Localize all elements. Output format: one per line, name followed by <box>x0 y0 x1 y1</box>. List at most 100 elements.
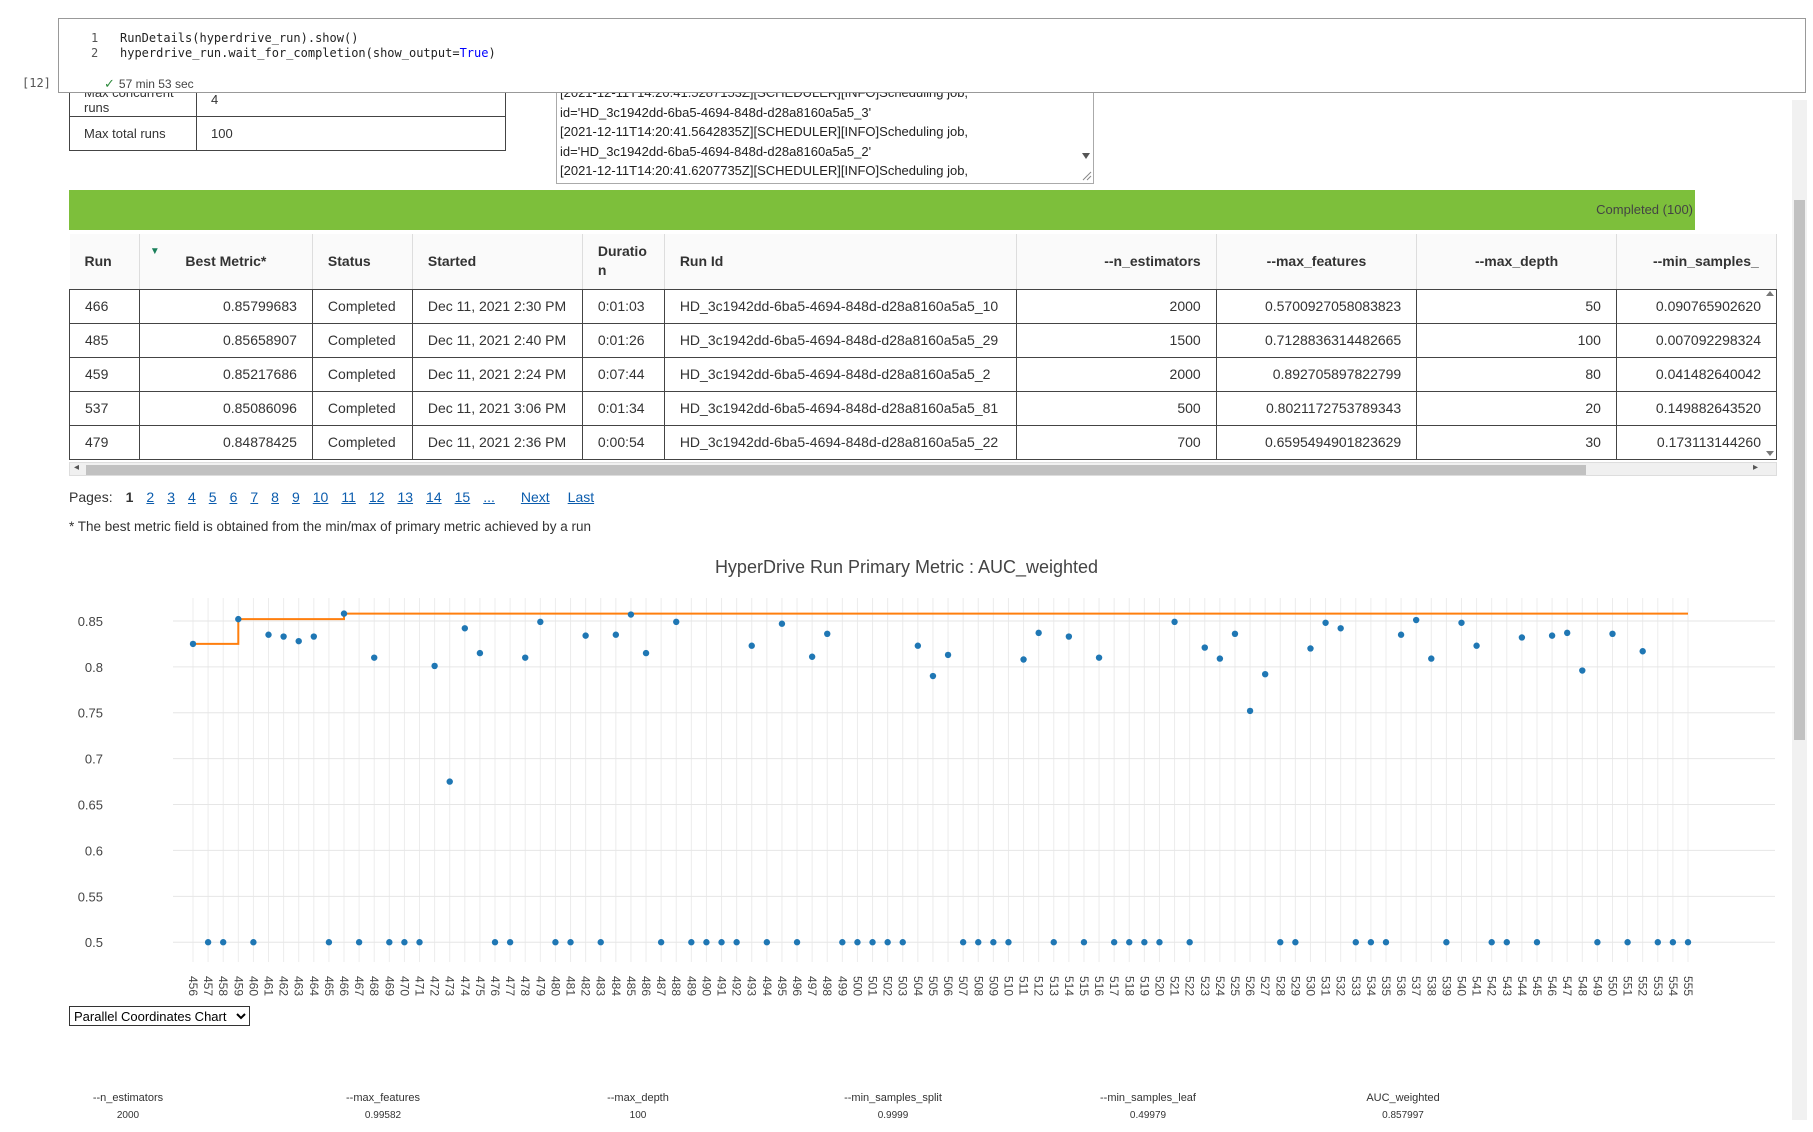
col-max-depth[interactable]: --max_depth <box>1416 234 1617 290</box>
data-point <box>1443 939 1450 946</box>
parallel-axis-label: --min_samples_split <box>844 1092 942 1104</box>
x-tick-label: 522 <box>1183 976 1197 996</box>
code-line-2[interactable]: hyperdrive_run.wait_for_completion(show_… <box>120 46 496 60</box>
pager-page-link[interactable]: 11 <box>341 489 356 505</box>
table-cell: HD_3c1942dd-6ba5-4694-848d-d28a8160a5a5_… <box>663 425 1017 460</box>
x-tick-label: 545 <box>1530 976 1544 996</box>
scroll-thumb[interactable] <box>1794 200 1805 740</box>
x-tick-label: 509 <box>986 976 1000 996</box>
pager-page-link[interactable]: 13 <box>397 489 413 505</box>
scroll-down-icon <box>1082 153 1090 159</box>
x-tick-label: 531 <box>1319 976 1333 996</box>
x-tick-label: 519 <box>1137 976 1151 996</box>
scroll-left-icon[interactable]: ◂ <box>74 462 79 473</box>
pager-page-link[interactable]: 15 <box>455 489 471 505</box>
execution-time: ✓ 57 min 53 sec <box>104 76 194 92</box>
data-point <box>506 939 514 946</box>
x-tick-label: 523 <box>1198 976 1212 996</box>
x-tick-label: 536 <box>1394 976 1408 996</box>
x-tick-label: 517 <box>1107 976 1121 996</box>
table-hscrollbar[interactable]: ◂ ▸ <box>69 462 1777 476</box>
col-status[interactable]: Status <box>312 234 413 290</box>
y-tick-label: 0.55 <box>78 889 103 904</box>
pager-page-link[interactable]: 8 <box>271 489 279 505</box>
pager-page-link[interactable]: 7 <box>250 489 258 505</box>
code-cell[interactable]: 1 RunDetails(hyperdrive_run).show() 2 hy… <box>58 18 1806 93</box>
check-icon: ✓ <box>104 76 115 91</box>
x-tick-label: 544 <box>1515 976 1529 996</box>
data-point <box>688 939 695 946</box>
pager-page-link[interactable]: 10 <box>313 489 329 505</box>
table-cell: Completed <box>311 391 413 426</box>
data-point <box>1533 939 1541 946</box>
col-n-estimators[interactable]: --n_estimators <box>1016 234 1217 290</box>
col-max-features[interactable]: --max_features <box>1216 234 1418 290</box>
table-row[interactable]: 479 0.84878425 Completed Dec 11, 2021 2:36 … <box>69 425 1777 460</box>
pager-page-link[interactable]: 2 <box>146 489 154 505</box>
scroll-thumb[interactable] <box>86 465 1586 475</box>
col-run[interactable]: Run <box>69 234 140 290</box>
pager-links: 2 3 4 5 6 7 8 9 10 11 12 13 14 15... <box>133 489 494 505</box>
pager-page-link[interactable]: 12 <box>369 489 385 505</box>
primary-metric-chart[interactable]: 0.5 0.55 0.6 0.65 0.7 0.75 0.8 0.85 456 457 458 459… <box>0 580 1813 1000</box>
x-tick-label: 518 <box>1122 976 1136 996</box>
log-output[interactable]: [2021-12-11T14:20:41.5287153Z][SCHEDULER… <box>556 88 1094 184</box>
pager-page-link[interactable]: 3 <box>167 489 175 505</box>
parallel-axis-label: --max_features <box>346 1092 420 1104</box>
table-cell: 466 <box>69 289 140 324</box>
pager-page-link[interactable]: 14 <box>426 489 442 505</box>
x-tick-label: 533 <box>1349 976 1363 996</box>
pager-page-link[interactable]: 9 <box>292 489 300 505</box>
pager-page-link[interactable]: 5 <box>209 489 217 505</box>
settings-row: Max total runs 100 <box>69 116 506 151</box>
resize-handle-icon <box>1082 171 1092 181</box>
table-cell: 537 <box>69 391 140 426</box>
col-best-metric[interactable]: ▼ Best Metric* <box>139 234 313 290</box>
table-cell: HD_3c1942dd-6ba5-4694-848d-d28a8160a5a5_… <box>663 289 1017 324</box>
table-cell: 0.892705897822799 <box>1215 357 1418 392</box>
code-line-1[interactable]: RunDetails(hyperdrive_run).show() <box>120 31 358 45</box>
y-tick-label: 0.8 <box>85 660 103 675</box>
pager-page-link[interactable]: 6 <box>230 489 238 505</box>
x-tick-label: 464 <box>307 976 321 996</box>
data-point <box>1156 939 1163 946</box>
pager-page-link[interactable]: 4 <box>188 489 196 505</box>
x-tick-label: 456 <box>186 976 200 996</box>
col-run-id[interactable]: Run Id <box>664 234 1017 290</box>
table-row[interactable]: 485 0.85658907 Completed Dec 11, 2021 2:40 … <box>69 323 1777 358</box>
scroll-right-icon[interactable]: ▸ <box>1753 462 1758 473</box>
table-cell: 0.090765902620 <box>1615 289 1777 324</box>
table-cell: 0:07:44 <box>581 357 665 392</box>
x-tick-label: 491 <box>715 976 729 996</box>
data-point <box>446 778 453 785</box>
table-cell: 0:01:26 <box>581 323 665 358</box>
table-vscrollbar[interactable] <box>1763 289 1777 460</box>
table-row[interactable]: 466 0.85799683 Completed Dec 11, 2021 2:30 … <box>69 289 1777 324</box>
runs-table-container[interactable]: Run ▼ Best Metric* Status Started Duratio… <box>69 234 1777 462</box>
pager-page-link[interactable]: ... <box>483 489 495 505</box>
data-point <box>522 654 529 661</box>
data-point <box>808 653 816 660</box>
log-scrollbar[interactable] <box>1079 89 1093 183</box>
pager-next[interactable]: Next <box>521 489 550 505</box>
col-min-samples[interactable]: --min_samples_ <box>1616 234 1777 290</box>
line-number-1: 1 <box>91 31 99 45</box>
x-tick-label: 511 <box>1017 976 1031 995</box>
table-cell: 0.85086096 <box>138 391 313 426</box>
x-tick-label: 532 <box>1334 976 1348 996</box>
data-point <box>1035 629 1042 637</box>
col-duration[interactable]: Duration <box>582 234 665 290</box>
table-row[interactable]: 459 0.85217686 Completed Dec 11, 2021 2:24 … <box>69 357 1777 392</box>
parallel-axis-label: --min_samples_leaf <box>1100 1092 1196 1104</box>
table-row[interactable]: 537 0.85086096 Completed Dec 11, 2021 3:06 … <box>69 391 1777 426</box>
parallel-axis-max: 0.857997 <box>1382 1110 1424 1121</box>
data-point <box>1065 633 1073 640</box>
table-cell: 0.8021172753789343 <box>1215 391 1418 426</box>
chart-type-select[interactable]: Parallel Coordinates Chart <box>69 1006 250 1026</box>
pager-last[interactable]: Last <box>568 489 594 505</box>
x-tick-label: 504 <box>911 976 925 996</box>
code-text: ) <box>488 46 496 60</box>
page-scrollbar[interactable] <box>1792 100 1807 1120</box>
col-started[interactable]: Started <box>412 234 583 290</box>
x-tick-label: 489 <box>684 976 698 996</box>
